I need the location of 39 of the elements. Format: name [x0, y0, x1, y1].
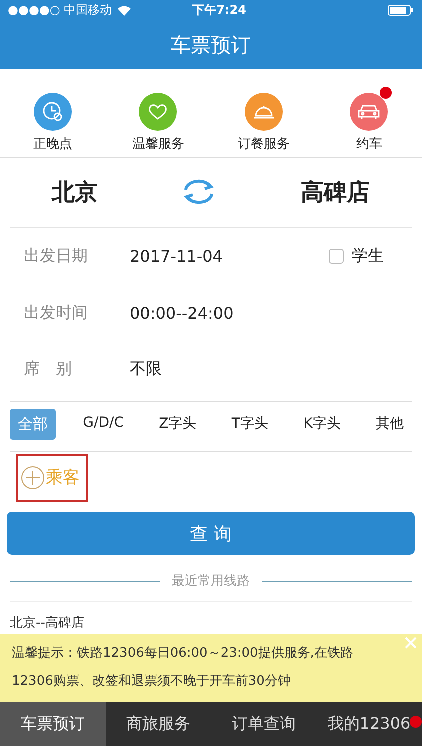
cloche-icon — [252, 104, 275, 120]
train-type-tab[interactable]: K字头 — [296, 409, 349, 440]
clock-time: 下午7:24 — [192, 2, 248, 20]
heart-icon — [148, 102, 168, 121]
shortcut-button[interactable]: 约车 — [324, 86, 414, 153]
train-type-tab[interactable]: T字头 — [224, 409, 276, 440]
close-icon[interactable] — [404, 636, 418, 650]
battery-icon — [388, 5, 414, 16]
field-value[interactable]: 2017-11-04 — [130, 247, 329, 266]
train-type-tab[interactable]: 其他 — [368, 409, 412, 440]
train-type-tab[interactable]: G/D/C — [75, 409, 132, 438]
wifi-icon — [118, 6, 132, 16]
notice-text: 温馨提示：铁路12306每日06:00～23:00提供服务,在铁路12306购票、改签和退票须不晚于开车前30分钟 — [12, 646, 354, 690]
add-icon[interactable] — [21, 466, 45, 490]
field-value[interactable]: 不限 — [130, 359, 398, 380]
field-label: 席 别 — [24, 359, 73, 380]
shortcut-button[interactable]: 订餐服务 — [218, 86, 309, 153]
car-icon — [357, 104, 382, 120]
carrier-label: ●●●●○ 中国移动 — [8, 2, 112, 20]
departure-city[interactable]: 北京 — [52, 176, 98, 208]
recent-route[interactable]: 北京--高碑店 — [10, 601, 412, 632]
student-label: 学生 — [352, 246, 384, 268]
train-type-tab[interactable]: Z字头 — [151, 409, 205, 440]
tab-bar-item[interactable]: 车票预订 — [0, 702, 106, 746]
tab-bar-item[interactable]: 商旅服务 — [106, 702, 211, 746]
section-heading: 最近常用线路 — [172, 573, 250, 590]
tab-bar-item[interactable]: 订单查询 — [211, 702, 316, 746]
arrival-city[interactable]: 高碑店 — [300, 176, 370, 208]
shortcut-button[interactable]: 温馨服务 — [113, 86, 204, 153]
tab-bar-item[interactable]: 我的12306 — [316, 702, 422, 746]
student-checkbox[interactable] — [329, 249, 344, 264]
field-label: 出发日期 — [24, 246, 89, 268]
field-value[interactable]: 00:00--24:00 — [130, 304, 398, 323]
clock-icon — [42, 100, 64, 123]
swap-icon[interactable] — [182, 179, 216, 206]
search-button[interactable]: 查 询 — [7, 512, 415, 556]
page-title: 车票预订 — [171, 32, 251, 59]
shortcut-button[interactable]: 正晚点 — [8, 86, 98, 153]
field-label: 出发时间 — [24, 302, 89, 324]
